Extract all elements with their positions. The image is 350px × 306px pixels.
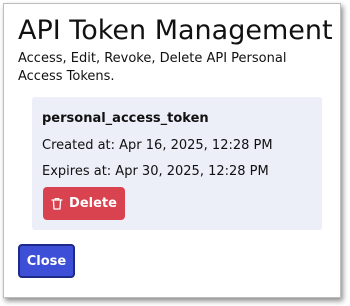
delete-token-button[interactable]: Delete	[43, 187, 125, 220]
delete-button-label: Delete	[69, 196, 117, 211]
token-management-dialog: API Token Management Access, Edit, Revok…	[3, 3, 341, 298]
token-expires-at: Expires at: Apr 30, 2025, 12:28 PM	[42, 164, 269, 179]
token-card: personal_access_token Created at: Apr 16…	[32, 97, 322, 230]
token-name: personal_access_token	[42, 111, 209, 126]
dialog-subtitle: Access, Edit, Revoke, Delete API Persona…	[18, 51, 287, 84]
trash-icon	[51, 197, 63, 210]
close-button[interactable]: Close	[18, 244, 75, 278]
token-created-at: Created at: Apr 16, 2025, 12:28 PM	[42, 138, 273, 153]
dialog-title: API Token Management	[18, 15, 333, 46]
